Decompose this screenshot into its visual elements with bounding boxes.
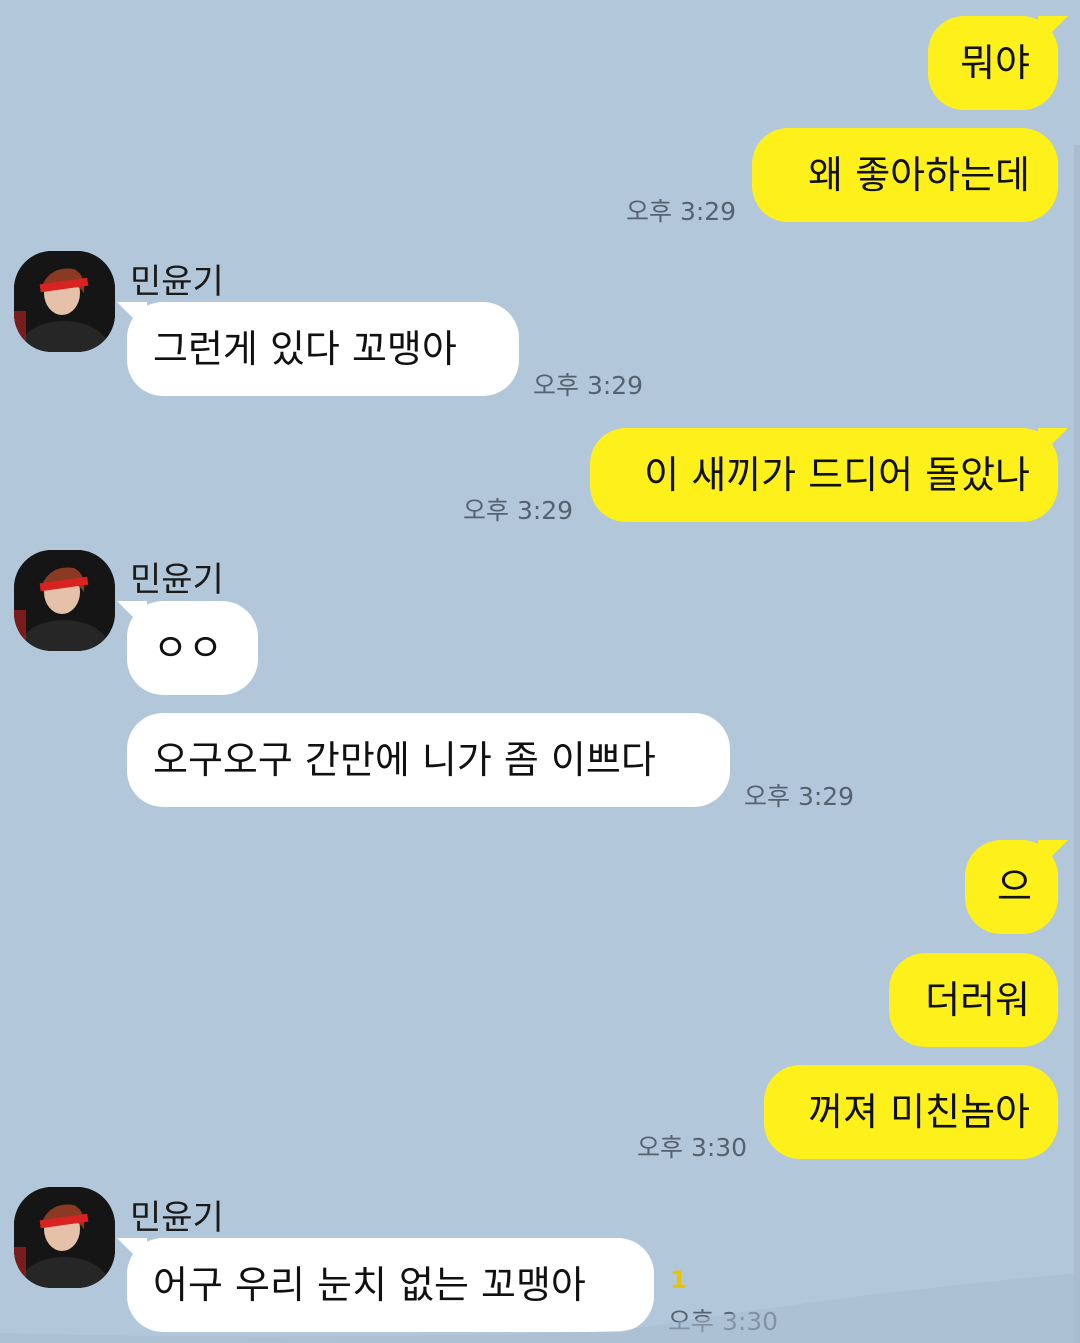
their-message-bubble[interactable]: 그런게 있다 꼬맹아: [117, 302, 519, 396]
bubble-tail: [1038, 428, 1068, 458]
bubble-tail: [117, 601, 147, 631]
my-message-bubble[interactable]: 뭐야: [928, 16, 1068, 110]
message-text: 더러워: [925, 978, 1030, 1022]
message-text: 꺼져 미친놈아: [808, 1090, 1030, 1134]
message-text: 이 새끼가 드디어 돌았나: [644, 453, 1030, 497]
sender-name: 민윤기: [130, 1198, 224, 1238]
chat-scrollbar[interactable]: [1074, 145, 1080, 1343]
profile-photo-icon: [14, 550, 115, 651]
message-text: 으: [997, 865, 1032, 909]
my-message-bubble[interactable]: 왜 좋아하는데: [752, 128, 1058, 222]
their-message-bubble[interactable]: ㅇㅇ: [117, 601, 258, 695]
profile-photo-icon: [14, 251, 115, 352]
sender-name: 민윤기: [130, 262, 224, 302]
message-text: 오구오구 간만에 니가 좀 이쁘다: [153, 738, 656, 782]
message-timestamp: 오후 3:29: [626, 197, 737, 226]
sender-name: 민윤기: [130, 560, 224, 600]
my-message-bubble[interactable]: 더러워: [889, 953, 1058, 1047]
message-text: 뭐야: [960, 41, 1030, 85]
message-text: 왜 좋아하는데: [808, 153, 1030, 197]
their-message-bubble[interactable]: 오구오구 간만에 니가 좀 이쁘다: [127, 713, 730, 807]
bubble-tail: [1038, 16, 1068, 46]
my-message-bubble[interactable]: 꺼져 미친놈아: [764, 1065, 1058, 1159]
bottom-edge-shadow: [0, 1273, 1080, 1343]
bubble-tail: [1038, 840, 1068, 870]
message-text: 그런게 있다 꼬맹아: [153, 327, 457, 371]
my-message-bubble[interactable]: 이 새끼가 드디어 돌았나: [590, 428, 1068, 522]
message-text: ㅇㅇ: [153, 626, 223, 670]
profile-avatar[interactable]: [14, 550, 115, 651]
message-timestamp: 오후 3:30: [637, 1133, 748, 1162]
message-timestamp: 오후 3:29: [744, 782, 855, 811]
message-timestamp: 오후 3:29: [533, 371, 644, 400]
bubble-tail: [117, 1238, 147, 1268]
profile-avatar[interactable]: [14, 251, 115, 352]
message-timestamp: 오후 3:29: [463, 496, 574, 525]
my-message-bubble[interactable]: 으: [965, 840, 1068, 934]
bubble-tail: [117, 302, 147, 332]
